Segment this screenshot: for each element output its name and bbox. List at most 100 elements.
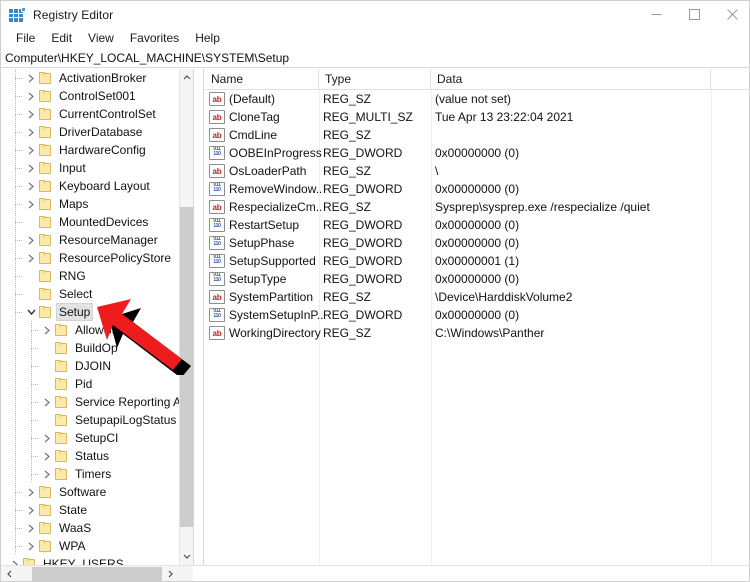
chevron-right-icon[interactable] (23, 123, 39, 141)
table-row[interactable]: ab CloneTag REG_MULTI_SZ Tue Apr 13 23:22:0… (205, 108, 749, 126)
tree-item-label: Select (59, 287, 93, 301)
table-row[interactable]: ab SystemPartition REG_SZ \Device\HarddiskV… (205, 288, 749, 306)
tree-item-resourcemanager[interactable]: ResourceManager (7, 231, 185, 249)
minimize-icon[interactable] (637, 1, 675, 28)
chevron-right-icon[interactable] (23, 519, 39, 537)
chevron-right-icon[interactable] (23, 177, 39, 195)
chevron-right-icon[interactable] (23, 249, 39, 267)
chevron-right-icon[interactable] (39, 429, 55, 447)
tree-item-setupci[interactable]: SetupCI (7, 429, 185, 447)
tree-item-hardwareconfig[interactable]: HardwareConfig (7, 141, 185, 159)
menu-item-edit[interactable]: Edit (43, 29, 80, 47)
menu-item-view[interactable]: View (80, 29, 122, 47)
column-header-type[interactable]: Type (319, 69, 431, 89)
tree-item-maps[interactable]: Maps (7, 195, 185, 213)
chevron-right-icon[interactable] (39, 447, 55, 465)
close-icon[interactable] (713, 1, 749, 28)
tree-item-currentcontrolset[interactable]: CurrentControlSet (7, 105, 185, 123)
tree-item-setup[interactable]: Setup (7, 303, 185, 321)
tree-item-label: Service Reporting API (75, 395, 185, 409)
table-row[interactable]: ab CmdLine REG_SZ (205, 126, 749, 144)
chevron-right-icon[interactable] (39, 321, 55, 339)
tree-item-mounteddevices[interactable]: MountedDevices (7, 213, 185, 231)
tree-item-status[interactable]: Status (7, 447, 185, 465)
table-row[interactable]: 011 110 SystemSetupInP... REG_DWORD 0x000000… (205, 306, 749, 324)
tree-item-keyboard-layout[interactable]: Keyboard Layout (7, 177, 185, 195)
table-row[interactable]: 011 110 RestartSetup REG_DWORD 0x00000000 (0… (205, 216, 749, 234)
scroll-left-icon[interactable] (1, 566, 18, 581)
tree-item-rng[interactable]: RNG (7, 267, 185, 285)
string-value-icon: ab (209, 92, 225, 106)
tree-item-software[interactable]: Software (7, 483, 185, 501)
column-header-name[interactable]: Name (205, 69, 319, 89)
table-row[interactable]: 011 110 SetupType REG_DWORD 0x00000000 (0) (205, 270, 749, 288)
chevron-right-icon[interactable] (23, 195, 39, 213)
table-row[interactable]: ab OsLoaderPath REG_SZ \ (205, 162, 749, 180)
table-row[interactable]: 011 110 OOBEInProgress REG_DWORD 0x00000000 … (205, 144, 749, 162)
chevron-right-icon[interactable] (39, 465, 55, 483)
table-row[interactable]: ab WorkingDirectory REG_SZ C:\Windows\Panth… (205, 324, 749, 342)
tree-item-controlset001[interactable]: ControlSet001 (7, 87, 185, 105)
tree-indent-guide (7, 357, 23, 375)
tree-rows-container: ActivationBroker ControlSet001 CurrentCont… (7, 69, 185, 565)
tree-item-select[interactable]: Select (7, 285, 185, 303)
tree-item-wpa[interactable]: WPA (7, 537, 185, 555)
scroll-down-icon[interactable] (180, 548, 193, 565)
folder-icon (55, 360, 68, 372)
tree-item-pid[interactable]: Pid (7, 375, 185, 393)
chevron-right-icon[interactable] (23, 159, 39, 177)
tree-item-djoin[interactable]: DJOIN (7, 357, 185, 375)
tree-indent-guide (7, 483, 23, 501)
tree-item-resourcepolicystore[interactable]: ResourcePolicyStore (7, 249, 185, 267)
chevron-right-icon[interactable] (39, 393, 55, 411)
chevron-right-icon[interactable] (23, 87, 39, 105)
chevron-right-icon[interactable] (23, 141, 39, 159)
tree-indent-guide (7, 447, 23, 465)
pane-splitter[interactable] (193, 69, 204, 565)
menu-item-file[interactable]: File (8, 29, 43, 47)
tree-item-label: AllowStart (75, 323, 130, 337)
chevron-right-icon[interactable] (23, 105, 39, 123)
tree-item-hkey-users[interactable]: HKEY_USERS (7, 555, 185, 565)
tree-item-driverdatabase[interactable]: DriverDatabase (7, 123, 185, 141)
tree-twisty-empty (23, 213, 39, 231)
tree-item-waas[interactable]: WaaS (7, 519, 185, 537)
menu-item-favorites[interactable]: Favorites (122, 29, 187, 47)
folder-icon (55, 324, 68, 336)
address-bar[interactable]: Computer\HKEY_LOCAL_MACHINE\SYSTEM\Setup (1, 48, 749, 68)
chevron-right-icon[interactable] (23, 483, 39, 501)
tree-item-allowstart[interactable]: AllowStart (7, 321, 185, 339)
tree-item-setupapilogstatus[interactable]: SetupapiLogStatus (7, 411, 185, 429)
table-row[interactable]: 011 110 SetupSupported REG_DWORD 0x00000001 … (205, 252, 749, 270)
tree-indent-guide (7, 69, 23, 87)
value-data: Sysprep\sysprep.exe /respecialize /quiet (435, 200, 650, 214)
chevron-right-icon[interactable] (23, 501, 39, 519)
value-name: CmdLine (229, 128, 278, 142)
tree-item-service-reporting-api[interactable]: Service Reporting API (7, 393, 185, 411)
menu-item-help[interactable]: Help (187, 29, 228, 47)
table-row[interactable]: 011 110 SetupPhase REG_DWORD 0x00000000 (0) (205, 234, 749, 252)
chevron-down-icon[interactable] (23, 303, 39, 321)
tree-item-input[interactable]: Input (7, 159, 185, 177)
tree-item-activationbroker[interactable]: ActivationBroker (7, 69, 185, 87)
chevron-right-icon[interactable] (7, 555, 23, 565)
scroll-up-icon[interactable] (180, 69, 193, 86)
tree-item-buildop[interactable]: BuildOp (7, 339, 185, 357)
tree-vertical-scroll-thumb[interactable] (180, 207, 193, 527)
scroll-right-icon[interactable] (162, 566, 179, 581)
chevron-right-icon[interactable] (23, 537, 39, 555)
tree-vertical-scrollbar[interactable] (179, 69, 193, 565)
tree-horizontal-scroll-thumb[interactable] (32, 567, 162, 581)
column-header-data[interactable]: Data (431, 69, 711, 89)
table-row[interactable]: 011 110 RemoveWindow... REG_DWORD 0x00000000… (205, 180, 749, 198)
maximize-icon[interactable] (675, 1, 713, 28)
tree-item-timers[interactable]: Timers (7, 465, 185, 483)
tree-horizontal-scrollbar[interactable] (1, 565, 193, 581)
table-row[interactable]: ab RespecializeCm... REG_SZ Sysprep\sysprep… (205, 198, 749, 216)
table-row[interactable]: ab (Default) REG_SZ (value not set) (205, 90, 749, 108)
value-data: 0x00000001 (1) (435, 254, 520, 268)
tree-item-state[interactable]: State (7, 501, 185, 519)
dword-value-icon: 011 110 (209, 146, 225, 160)
chevron-right-icon[interactable] (23, 69, 39, 87)
chevron-right-icon[interactable] (23, 231, 39, 249)
